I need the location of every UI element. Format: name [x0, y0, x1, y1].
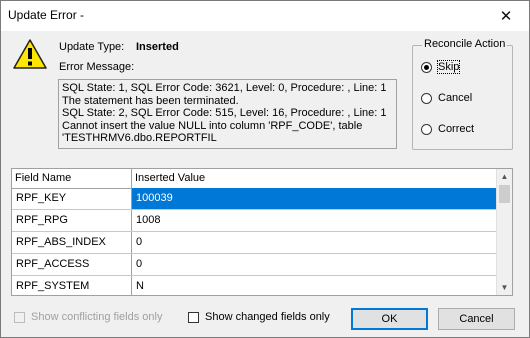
table-row[interactable]: RPF_ACCESS 0 — [12, 254, 497, 276]
cancel-button[interactable]: Cancel — [438, 308, 515, 330]
error-message-line: 'TESTHRMV6.dbo.REPORTFIL — [62, 132, 217, 144]
field-name-cell[interactable]: RPF_KEY — [12, 188, 132, 209]
grid-rows: RPF_KEY 100039 RPF_RPG 1008 RPF_ABS_INDE… — [12, 188, 497, 295]
show-conflicting-box[interactable] — [14, 311, 25, 323]
warning-icon — [13, 39, 47, 69]
show-changed-label: Show changed fields only — [205, 311, 330, 323]
field-name-cell[interactable]: RPF_ACCESS — [12, 254, 132, 275]
close-icon: ✕ — [499, 8, 513, 25]
field-name-cell[interactable]: RPF_RPG — [12, 210, 132, 231]
radio-skip-button[interactable] — [421, 61, 432, 73]
update-type-value: Inserted — [136, 41, 179, 53]
scroll-thumb[interactable] — [499, 185, 510, 203]
radio-skip-label: Skip — [436, 60, 461, 74]
table-row[interactable]: RPF_SYSTEM N — [12, 276, 497, 295]
reconcile-action-title: Reconcile Action — [422, 38, 508, 50]
error-message-box[interactable]: SQL State: 1, SQL Error Code: 3621, Leve… — [58, 79, 397, 149]
error-message-line: SQL State: 1, SQL Error Code: 3621, Leve… — [62, 82, 387, 94]
table-row[interactable]: RPF_RPG 1008 — [12, 210, 497, 232]
radio-skip[interactable]: Skip — [421, 60, 461, 74]
grid-header: Field Name Inserted Value — [12, 169, 497, 189]
show-conflicting-label: Show conflicting fields only — [31, 311, 163, 323]
table-row[interactable]: RPF_KEY 100039 — [12, 188, 497, 210]
inserted-value-cell[interactable]: 100039 — [132, 188, 497, 209]
inserted-value-cell[interactable]: 1008 — [132, 210, 497, 231]
update-error-dialog: Update Error - ✕ Update Type: Inserted E… — [0, 0, 530, 338]
ok-button[interactable]: OK — [351, 308, 428, 330]
update-type-label: Update Type: — [59, 41, 125, 53]
radio-cancel-button[interactable] — [421, 92, 432, 104]
column-header-inserted-value[interactable]: Inserted Value — [132, 169, 497, 188]
error-message-line: Cannot insert the value NULL into column… — [62, 119, 363, 132]
table-row[interactable]: RPF_ABS_INDEX 0 — [12, 232, 497, 254]
fields-grid[interactable]: Field Name Inserted Value RPF_KEY 100039… — [11, 168, 513, 296]
title-bar: Update Error - ✕ — [1, 1, 529, 31]
show-conflicting-checkbox[interactable]: Show conflicting fields only — [14, 311, 162, 323]
inserted-value-cell[interactable]: N — [132, 276, 497, 295]
scroll-up-icon[interactable]: ▲ — [497, 169, 512, 184]
show-changed-box[interactable] — [188, 311, 199, 323]
field-name-cell[interactable]: RPF_SYSTEM — [12, 276, 132, 295]
close-button[interactable]: ✕ — [483, 1, 529, 31]
radio-cancel[interactable]: Cancel — [421, 92, 472, 104]
inserted-value-cell[interactable]: 0 — [132, 232, 497, 253]
show-changed-checkbox[interactable]: Show changed fields only — [188, 311, 330, 323]
column-header-field-name[interactable]: Field Name — [12, 169, 132, 188]
radio-correct[interactable]: Correct — [421, 123, 474, 135]
scroll-down-icon[interactable]: ▼ — [497, 280, 512, 295]
radio-correct-label: Correct — [438, 123, 475, 135]
window-title: Update Error - — [8, 8, 85, 22]
error-message-label: Error Message: — [59, 61, 135, 73]
error-message-line: The statement has been terminated. — [62, 94, 239, 107]
vertical-scrollbar[interactable]: ▲ ▼ — [496, 169, 512, 295]
radio-correct-button[interactable] — [421, 123, 432, 135]
inserted-value-cell[interactable]: 0 — [132, 254, 497, 275]
radio-cancel-label: Cancel — [438, 92, 473, 104]
error-message-line: SQL State: 2, SQL Error Code: 515, Level… — [62, 107, 387, 119]
field-name-cell[interactable]: RPF_ABS_INDEX — [12, 232, 132, 253]
